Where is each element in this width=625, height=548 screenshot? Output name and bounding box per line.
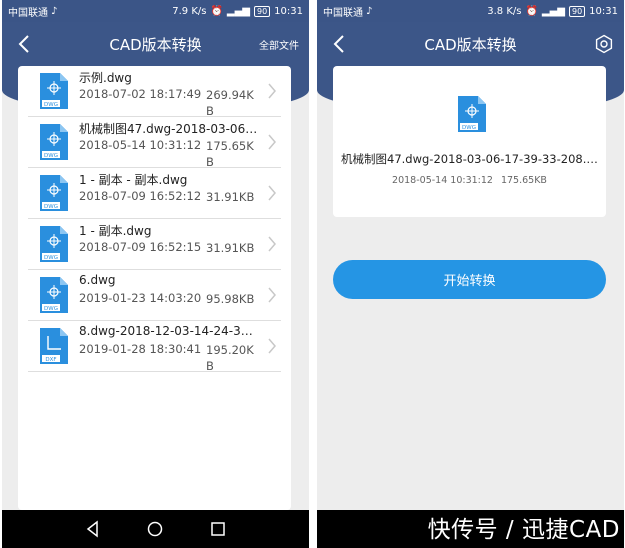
watermark-text: 快传号 / 迅捷CAD [427, 517, 620, 543]
file-size: 31.91KB [206, 190, 255, 204]
clock: 10:31 [274, 5, 303, 17]
file-list: DWG 示例.dwg 2018-07-02 18:17:49 269.94KB … [18, 66, 291, 510]
svg-text:DWG: DWG [44, 255, 58, 261]
title-bar: CAD版本转换 [317, 22, 624, 66]
selected-file-card: DWG 机械制图47.dwg-2018-03-06-17-39-33-208.p… [333, 66, 606, 217]
dwg-file-icon: DWG [458, 96, 486, 132]
svg-text:DWG: DWG [44, 102, 58, 108]
file-size: 269.94KB [206, 88, 254, 118]
chevron-right-icon [268, 185, 276, 201]
file-date: 2019-01-23 14:03:20 [79, 291, 202, 305]
svg-text:DWG: DWG [44, 204, 58, 210]
selected-file-meta: 2018-05-14 10:31:12 175.65KB [333, 175, 606, 186]
right-phone-screen: 中国联通 ♪ 3.8 K/s ⏰ ▂▄▆ 90 10:31 CAD版本转换 DW… [317, 0, 624, 548]
back-arrow-icon[interactable] [331, 34, 349, 54]
status-bar: 中国联通 ♪ 7.9 K/s ⏰ ▂▄▆ 90 10:31 [2, 0, 309, 22]
file-date: 2019-01-28 18:30:41 [79, 342, 202, 356]
chevron-right-icon [268, 83, 276, 99]
file-size: 175.65KB [206, 139, 254, 169]
dwg-file-icon: DWG [40, 226, 68, 262]
alarm-icon: ⏰ [525, 5, 538, 17]
chevron-right-icon [268, 338, 276, 354]
svg-text:DWG: DWG [462, 125, 476, 131]
battery-icon: 90 [568, 5, 586, 17]
status-bar: 中国联通 ♪ 3.8 K/s ⏰ ▂▄▆ 90 10:31 [317, 0, 624, 22]
back-arrow-icon[interactable] [16, 34, 34, 54]
tiktok-icon: ♪ [51, 5, 58, 17]
chevron-right-icon [268, 287, 276, 303]
chevron-right-icon [268, 134, 276, 150]
file-name: 8.dwg-2018-12-03-14-24-37-215.dxf [79, 324, 259, 338]
file-date: 2018-07-02 18:17:49 [79, 87, 202, 101]
selected-file-size: 175.65KB [500, 175, 547, 186]
nav-recents-icon[interactable] [209, 520, 227, 538]
dwg-file-icon: DWG [40, 124, 68, 160]
title-bar: CAD版本转换 全部文件 [2, 22, 309, 66]
navigation-bar [2, 510, 309, 548]
file-name: 1 - 副本.dwg [79, 224, 152, 238]
signal-icon: ▂▄▆ [226, 5, 250, 17]
file-list-item[interactable]: DWG 1 - 副本.dwg 2018-07-09 16:52:15 31.91… [18, 219, 291, 270]
left-phone-screen: 中国联通 ♪ 7.9 K/s ⏰ ▂▄▆ 90 10:31 CAD版本转换 全部… [2, 0, 309, 548]
gear-icon[interactable] [594, 34, 614, 54]
file-name: 1 - 副本 - 副本.dwg [79, 173, 188, 187]
dwg-file-icon: DWG [40, 73, 68, 109]
svg-text:DWG: DWG [44, 153, 58, 159]
carrier-label: 中国联通 [323, 7, 363, 19]
nav-back-icon[interactable] [84, 520, 102, 538]
file-size: 31.91KB [206, 241, 255, 255]
selected-file-name: 机械制图47.dwg-2018-03-06-17-39-33-208.pdf [341, 152, 598, 166]
chevron-right-icon [268, 236, 276, 252]
file-name: 机械制图47.dwg-2018-03-06-17-39-33-208.pdf [79, 122, 259, 136]
clock: 10:31 [589, 5, 618, 17]
tiktok-icon: ♪ [366, 5, 373, 17]
file-date: 2018-07-09 16:52:15 [79, 240, 202, 254]
file-list-item[interactable]: DWG 6.dwg 2019-01-23 14:03:20 95.98KB [18, 270, 291, 321]
file-name: 示例.dwg [79, 71, 132, 85]
network-speed: 3.8 K/s [487, 5, 522, 17]
dwg-file-icon: DWG [40, 277, 68, 313]
file-list-item[interactable]: DXF 8.dwg-2018-12-03-14-24-37-215.dxf 20… [18, 321, 291, 373]
signal-icon: ▂▄▆ [541, 5, 565, 17]
svg-text:DXF: DXF [45, 357, 56, 363]
file-name: 6.dwg [79, 273, 116, 287]
page-title: CAD版本转换 [424, 35, 517, 54]
file-list-item[interactable]: DWG 机械制图47.dwg-2018-03-06-17-39-33-208.p… [18, 117, 291, 169]
page-title: CAD版本转换 [109, 35, 202, 54]
svg-text:DWG: DWG [44, 306, 58, 312]
battery-icon: 90 [253, 5, 271, 17]
carrier-label: 中国联通 [8, 7, 48, 19]
file-date: 2018-07-09 16:52:12 [79, 189, 202, 203]
selected-file-date: 2018-05-14 10:31:12 [392, 175, 493, 186]
dxf-file-icon: DXF [40, 328, 68, 364]
file-date: 2018-05-14 10:31:12 [79, 138, 202, 152]
alarm-icon: ⏰ [210, 5, 223, 17]
start-conversion-button[interactable]: 开始转换 [333, 260, 606, 299]
network-speed: 7.9 K/s [172, 5, 207, 17]
file-list-item[interactable]: DWG 1 - 副本 - 副本.dwg 2018-07-09 16:52:12 … [18, 168, 291, 219]
divider [28, 371, 281, 372]
all-files-button[interactable]: 全部文件 [259, 37, 299, 52]
dwg-file-icon: DWG [40, 175, 68, 211]
file-size: 95.98KB [206, 292, 255, 306]
file-list-item[interactable]: DWG 示例.dwg 2018-07-02 18:17:49 269.94KB [18, 66, 291, 118]
nav-home-icon[interactable] [146, 520, 164, 538]
file-size: 195.20KB [206, 343, 254, 373]
